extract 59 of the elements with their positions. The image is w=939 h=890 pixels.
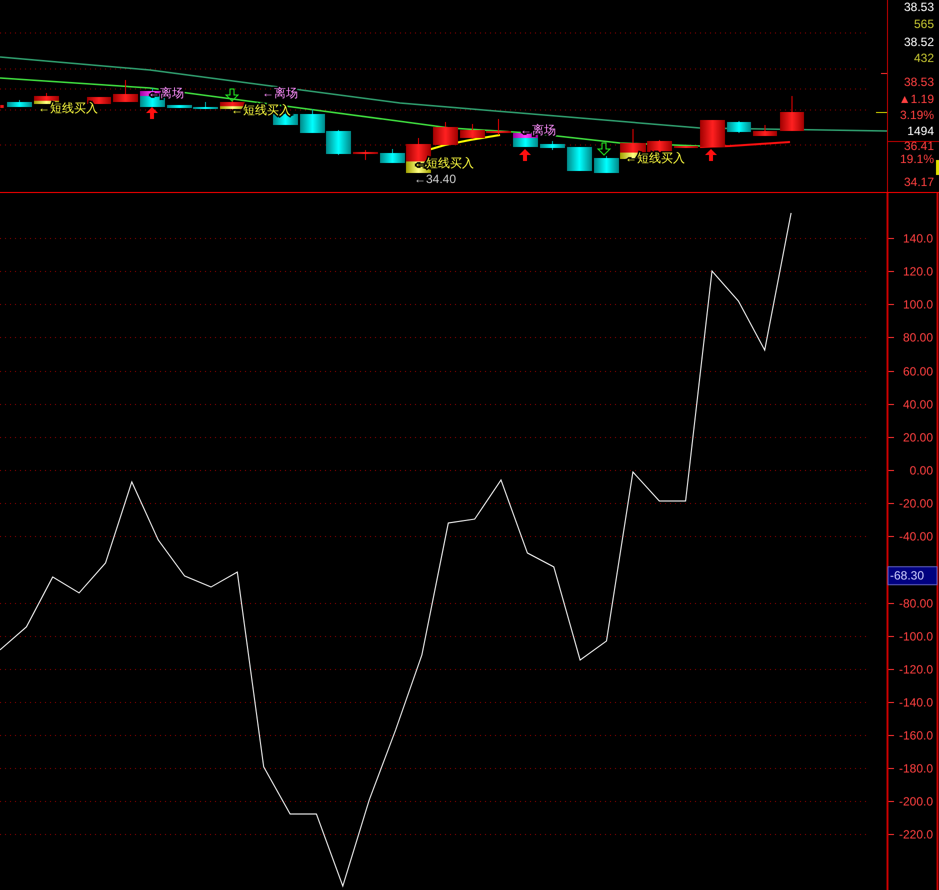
candlestick [460,124,485,140]
axis-tick-label: -100.0 [898,630,933,644]
axis-label: 19.1% [900,152,934,166]
signal-label: ←短线买入 [38,101,98,115]
axis-tick-label: -120.0 [898,662,933,676]
axis-label: 1494 [907,124,934,138]
axis-tick-label: 0.00 [910,464,933,478]
candlestick [353,150,378,160]
candlestick [727,120,751,134]
candlestick [567,146,592,172]
candlestick [700,120,725,148]
candlestick [220,100,245,110]
axis-label: 34.17 [904,175,934,189]
down-arrow-icon [224,88,240,102]
candlestick [113,80,138,102]
candlestick [540,140,565,150]
up-arrow-icon [146,107,158,119]
up-arrow-icon [705,149,717,161]
signal-label: ←短线买入 [231,103,291,117]
signal-label: ←离场 [262,86,298,100]
axis-tick-label: -200.0 [898,794,933,808]
axis-label: ▲1.19 [898,92,934,106]
axis-tick-label: 80.00 [902,330,933,344]
axis-label: 432 [914,51,934,65]
axis-label: 38.53 [904,75,934,89]
candlestick [486,118,511,136]
candlestick [753,124,777,136]
low-price-label: ←34.40 [414,172,456,186]
up-arrow-icon [519,149,531,161]
axis-tick-label: -20.00 [898,496,933,510]
down-arrow-icon [596,142,612,156]
candlestick [7,100,32,108]
axis-label: 565 [914,17,934,31]
axis-label: 38.53 [904,0,934,14]
candlestick [34,92,59,104]
axis-tick-label: 20.00 [902,430,933,444]
candlestick [780,96,804,132]
axis-tick-label: -40.00 [898,530,933,544]
axis-label: 36.41 [904,139,934,153]
level-marker [936,160,939,175]
axis-tick-label: 140.0 [902,232,933,246]
axis-label: 38.52 [904,35,934,49]
axis-tick-label: 100.0 [902,298,933,312]
axis-tick-label: -180.0 [898,762,933,776]
candlestick [0,104,4,108]
axis-tick-label: -220.0 [898,828,933,842]
axis-label: 3.19% [900,108,934,122]
axis-tick-label: -80.00 [898,596,933,610]
axis-tick-label: -160.0 [898,728,933,742]
cursor-value-label: -68.30 [888,566,938,586]
axis-tick-label: 120.0 [902,264,933,278]
price-tick [876,112,888,113]
candlestick [433,122,458,146]
candlestick [300,108,325,134]
candlestick [326,130,351,156]
axis-tick-label: 60.00 [902,364,933,378]
axis-tick-label: -140.0 [898,696,933,710]
candlestick [674,146,698,148]
axis-tick-label: 40.00 [902,398,933,412]
